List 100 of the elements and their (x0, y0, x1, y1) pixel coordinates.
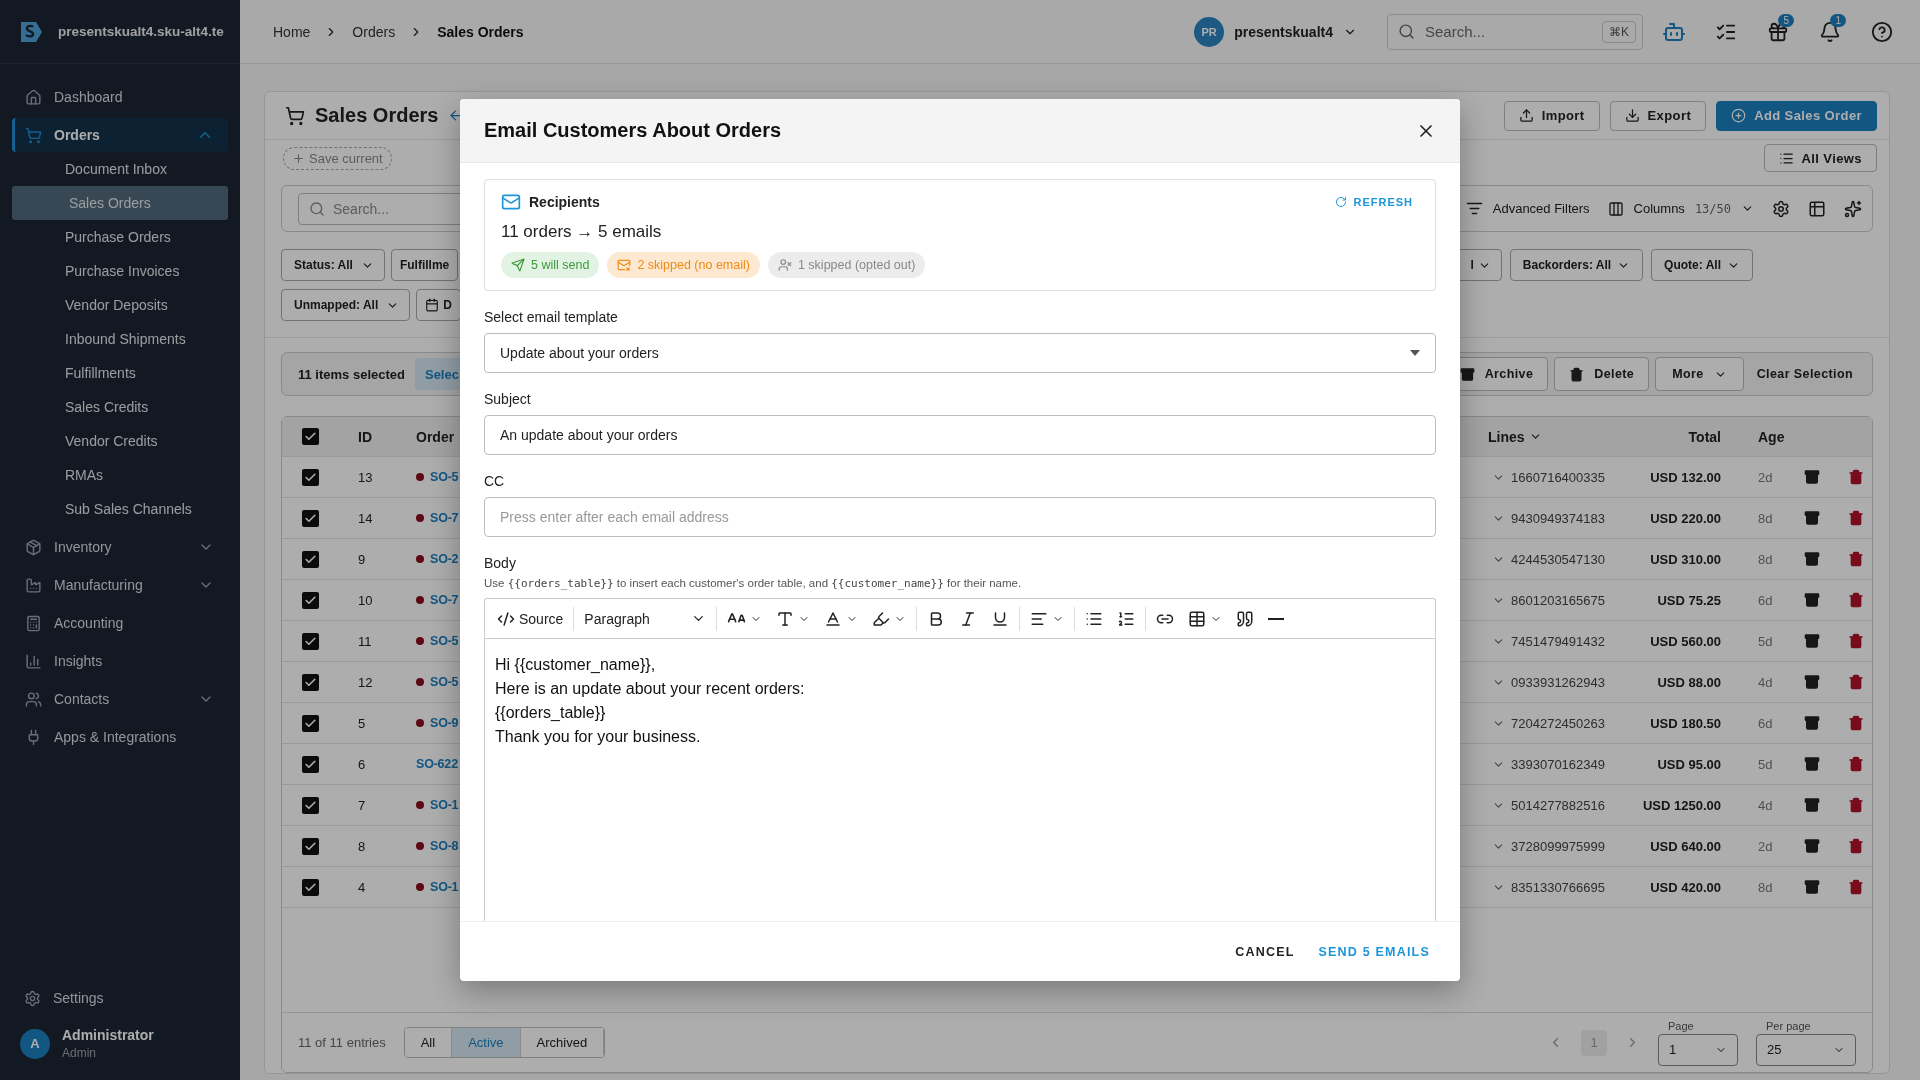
table-cell-text: 2d (1757, 469, 1773, 485)
table-cell: 1660716400335 (1511, 469, 1605, 485)
cc-field[interactable]: Press enter after each email address (484, 497, 1436, 537)
add-button[interactable]: Add Sales Order (1716, 100, 1877, 131)
sidebar-subitem[interactable]: Purchase Orders (12, 220, 228, 254)
table-cell-text: 4d (1757, 797, 1773, 813)
table-cell: 4 (358, 879, 366, 895)
source-button[interactable]: Source (493, 606, 568, 631)
sidebar-subitem[interactable]: Vendor Credits (12, 424, 228, 458)
status-chip: 1 skipped (opted out) (767, 252, 926, 278)
recipients-summary: 11 orders → 5 emails (501, 222, 663, 242)
sidebar-subitem[interactable]: Fulfillments (12, 356, 228, 390)
body-text-line: {{orders_table}} (495, 703, 607, 723)
user-name: Administrator (62, 1027, 154, 1043)
filter-tab[interactable]: All (404, 1028, 453, 1057)
table-cell-text: 6d (1757, 592, 1773, 608)
user-avatar: A (20, 1028, 50, 1059)
table-cell: 8351330766695 (1511, 879, 1605, 895)
table-cell-text: USD 95.00 (1657, 756, 1722, 772)
columns-button[interactable]: Columns 13/50 (1607, 200, 1754, 217)
breadcrumb-link[interactable]: Home (273, 23, 311, 40)
user-role: Admin (62, 1046, 97, 1060)
sidebar-subitem[interactable]: Document Inbox (12, 152, 228, 186)
import-button[interactable]: Import (1503, 100, 1600, 131)
order-link[interactable]: SO-5 (430, 470, 459, 484)
sidebar-item[interactable]: Orders (12, 118, 228, 152)
block-style-dropdown[interactable]: Paragraph (580, 607, 711, 630)
clear-selection-button[interactable]: Clear Selection (1749, 357, 1860, 391)
table-cell: 3393070162349 (1511, 756, 1605, 772)
sidebar-item[interactable]: Contacts (12, 682, 228, 716)
table-cell: 0933931262943 (1511, 674, 1605, 690)
views-button[interactable]: All Views (1763, 144, 1877, 172)
order-link[interactable]: SO-5 (430, 675, 459, 689)
table-cell: 5 (358, 715, 366, 731)
table-cell-text: 4d (1757, 674, 1773, 690)
select-label: Page (1667, 1019, 1695, 1032)
body-text-line: Thank you for your business. (495, 727, 702, 747)
table-cell: 9 (358, 551, 366, 567)
table-cell-text: USD 560.00 (1650, 633, 1722, 649)
order-link[interactable]: SO-8 (430, 839, 459, 853)
sidebar-item[interactable]: Apps & Integrations (12, 720, 228, 754)
order-link[interactable]: SO-1 (430, 798, 459, 812)
table-cell-text: 2d (1757, 838, 1773, 854)
filter-dropdown[interactable]: Quote: All (1651, 249, 1753, 281)
order-link[interactable]: SO-5 (430, 634, 459, 648)
per-page-select[interactable]: 25 (1756, 1033, 1856, 1066)
sidebar-subitem[interactable]: Purchase Invoices (12, 254, 228, 288)
shortcut-hint: ⌘K (1602, 20, 1636, 43)
sidebar-subitem[interactable]: Sales Credits (12, 390, 228, 424)
selection-count: 11 items selected (298, 366, 405, 382)
subject-field[interactable]: An update about your orders (484, 415, 1436, 455)
order-link[interactable]: SO-1 (430, 880, 459, 894)
table-cell: 7 (358, 797, 366, 813)
sidebar-item[interactable]: Accounting (12, 606, 228, 640)
breadcrumb-link[interactable]: Sales Orders (437, 23, 524, 40)
table-cell-text: 5d (1757, 756, 1773, 772)
order-link[interactable]: SO-622 (416, 757, 458, 771)
order-link[interactable]: SO-7 (430, 511, 459, 525)
sidebar-item[interactable]: Manufacturing (12, 568, 228, 602)
filter-dropdown[interactable]: Backorders: All (1509, 249, 1644, 281)
page-title: Sales Orders (315, 104, 439, 127)
count-badge: 5 (1778, 13, 1794, 27)
export-button[interactable]: Export (1609, 100, 1707, 131)
settings-link[interactable]: Settings (0, 981, 240, 1015)
table-cell: 7451479491432 (1511, 633, 1605, 649)
template-select[interactable]: Update about your orders (484, 333, 1436, 373)
body-text-line: Here is an update about your recent orders: (495, 679, 806, 699)
breadcrumb-link[interactable]: Orders (352, 23, 396, 40)
table-cell-text: USD 88.00 (1657, 674, 1722, 690)
table-cell-text: 8d (1757, 879, 1773, 895)
delete-button[interactable]: Delete (1554, 357, 1650, 391)
table-cell: 4244530547130 (1511, 551, 1605, 567)
order-link[interactable]: SO-9 (430, 716, 459, 730)
entries-count: 11 of 11 entries (298, 1035, 386, 1050)
table-cell-text: 5d (1757, 633, 1773, 649)
sidebar-item[interactable]: Inventory (12, 530, 228, 564)
sidebar-subitem[interactable]: Vendor Deposits (12, 288, 228, 322)
more-button[interactable]: More (1655, 357, 1744, 391)
filter-dropdown[interactable]: Fulfillme (390, 249, 459, 281)
page-select[interactable]: 1 (1658, 1033, 1738, 1066)
table-cell: 3728099975999 (1511, 838, 1605, 854)
sidebar-subitem[interactable]: Sub Sales Channels (12, 492, 228, 526)
sidebar-subitem[interactable]: RMAs (12, 458, 228, 492)
sidebar-subitem[interactable]: Inbound Shipments (12, 322, 228, 356)
sidebar-item[interactable]: Insights (12, 644, 228, 678)
order-link[interactable]: SO-2 (430, 552, 459, 566)
filter-dropdown[interactable]: Unmapped: All (281, 289, 411, 321)
account-switcher[interactable]: PR presentskualt4 (1194, 16, 1357, 47)
column-header: Total (1688, 428, 1722, 445)
filter-dropdown[interactable]: D (416, 289, 461, 321)
sidebar-subitem[interactable]: Sales Orders (12, 186, 228, 220)
filter-dropdown[interactable]: Status: All (281, 249, 385, 281)
body-editor[interactable]: Source Paragraph Hi {{customer_name}}, Here is an update about your recent orders: {{orders_table}} Thank you for your business. (484, 598, 1436, 921)
search-field[interactable]: Search... ⌘K (1387, 13, 1643, 50)
sidebar-item[interactable]: Dashboard (12, 80, 228, 114)
order-link[interactable]: SO-7 (430, 593, 459, 607)
cancel-button[interactable]: CANCEL (1227, 936, 1303, 967)
table-cell-text: USD 1250.00 (1642, 797, 1722, 813)
advanced-filters-button[interactable]: Advanced Filters (1465, 200, 1590, 217)
table-cell-text: USD 310.00 (1650, 551, 1722, 567)
